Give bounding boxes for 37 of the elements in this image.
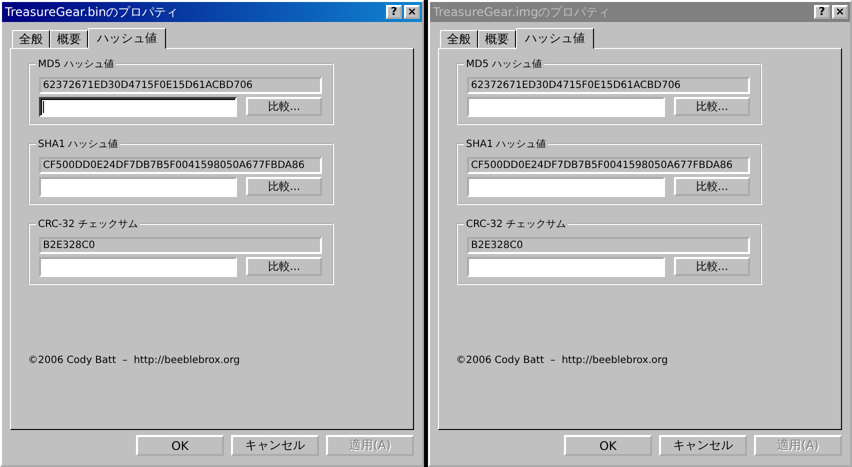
group-label: MD5 ハッシュ値 [464,57,544,71]
compare-input-field[interactable] [39,97,237,117]
tab[interactable]: ハッシュ値 [88,28,166,49]
hash-field: CF500DD0E24DF7DB7B5F0041598050A677FBDA86 [39,157,322,174]
window-title: TreasureGear.binのプロパティ [5,4,180,20]
hash-field: B2E328C0 [467,237,750,254]
tab[interactable]: 全般 [440,30,478,48]
dialog-button[interactable]: キャンセル [659,435,747,456]
compare-button[interactable]: 比較... [674,177,750,196]
dialog-button[interactable]: キャンセル [231,435,319,456]
group-label: MD5 ハッシュ値 [36,57,116,71]
hash-field: 62372671ED30D4715F0E15D61ACBD706 [467,77,750,94]
hash-field: B2E328C0 [39,237,322,254]
tab[interactable]: 全般 [12,30,50,48]
help-button[interactable]: ? [386,5,402,19]
group-label: SHA1 ハッシュ値 [464,137,548,151]
close-button[interactable]: × [404,5,420,19]
compare-button[interactable]: 比較... [674,97,750,116]
tab[interactable]: 概要 [478,30,516,48]
hash-field: CF500DD0E24DF7DB7B5F0041598050A677FBDA86 [467,157,750,174]
copyright-text: ©2006 Cody Batt – http://beeblebrox.org [456,355,669,366]
compare-button[interactable]: 比較... [246,97,322,116]
group-label: CRC-32 チェックサム [36,217,140,231]
group-label: CRC-32 チェックサム [464,217,568,231]
compare-button[interactable]: 比較... [246,257,322,276]
help-button[interactable]: ? [814,5,830,19]
tab[interactable]: 概要 [50,30,88,48]
close-button[interactable]: × [832,5,848,19]
dialog-button[interactable]: OK [564,435,652,456]
tab[interactable]: ハッシュ値 [516,28,594,49]
hash-field: 62372671ED30D4715F0E15D61ACBD706 [39,77,322,94]
window-title: TreasureGear.imgのプロパティ [433,4,612,20]
compare-button[interactable]: 比較... [246,177,322,196]
dialog-button[interactable]: OK [136,435,224,456]
group-label: SHA1 ハッシュ値 [36,137,120,151]
copyright-text: ©2006 Cody Batt – http://beeblebrox.org [28,355,241,366]
compare-button[interactable]: 比較... [674,257,750,276]
